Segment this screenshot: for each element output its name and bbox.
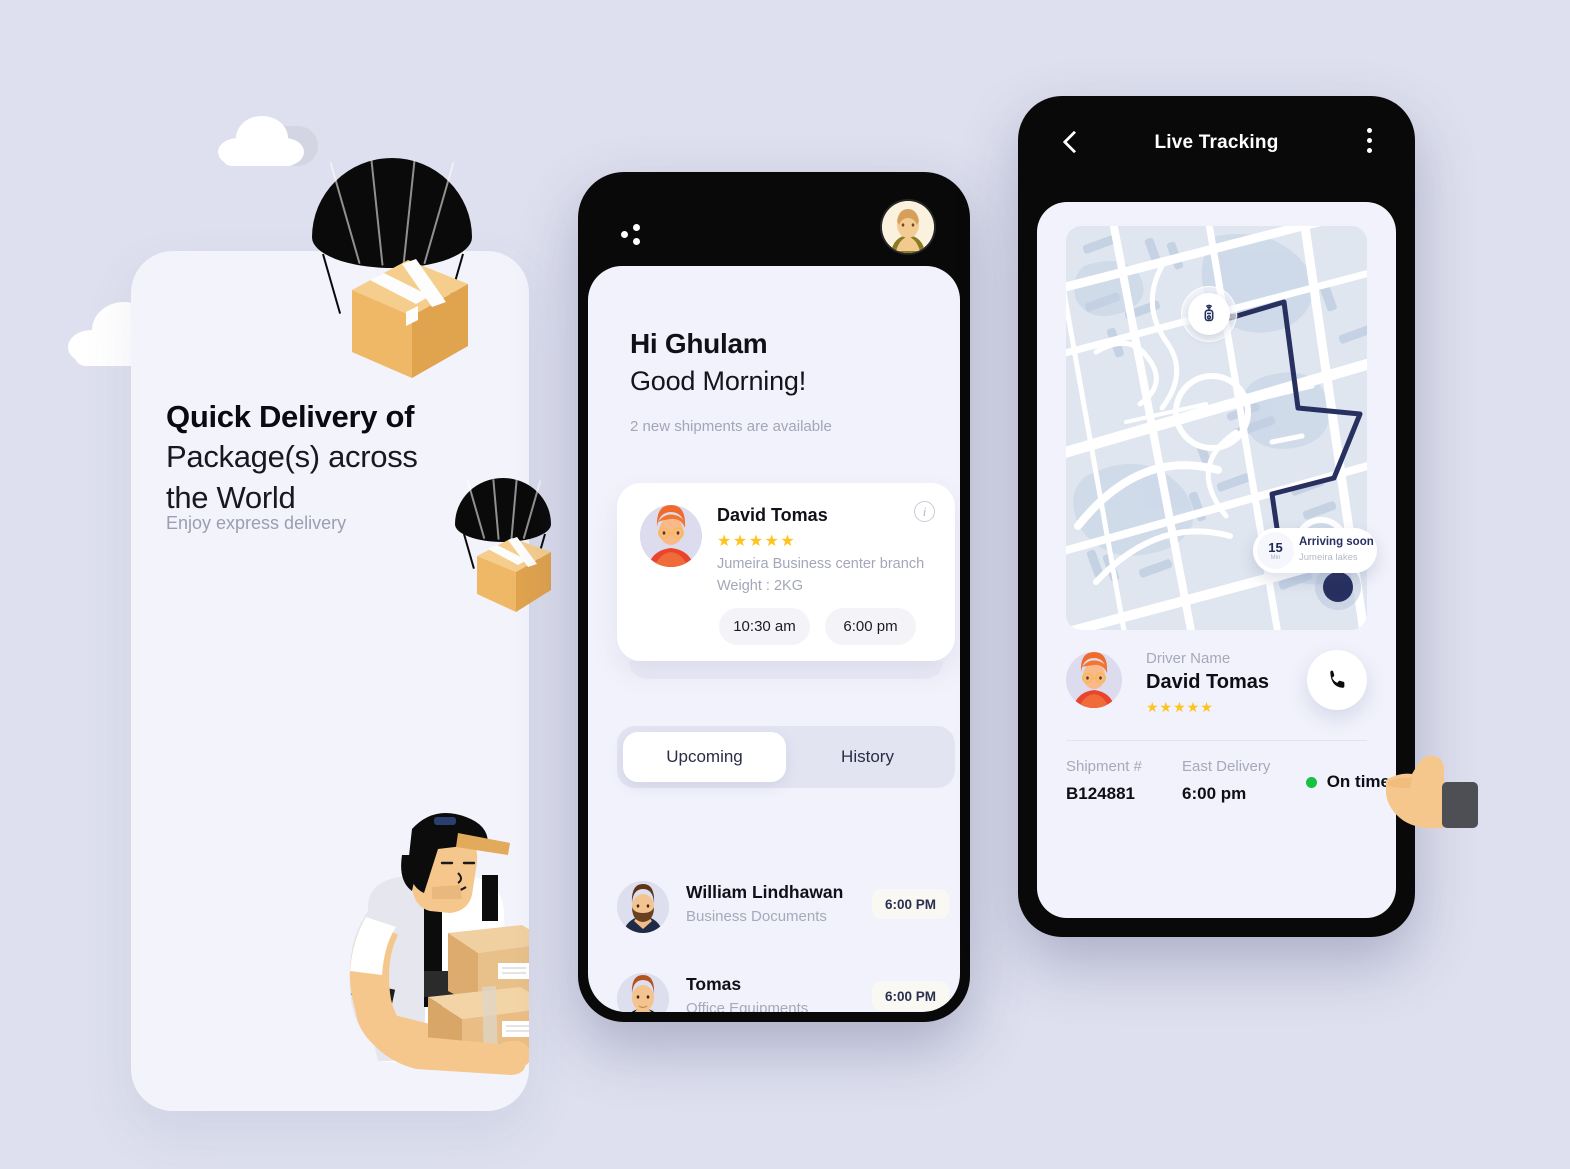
courier-illustration bbox=[349, 813, 529, 1075]
scooter-icon[interactable] bbox=[1181, 286, 1237, 342]
segmented-tabs: Upcoming History bbox=[617, 726, 955, 788]
shipment-branch: Jumeira Business center branch bbox=[717, 556, 925, 572]
page-title: Live Tracking bbox=[1154, 132, 1279, 153]
list-item-desc: Office Equipments bbox=[686, 1000, 809, 1012]
parachute-canopy bbox=[312, 158, 472, 268]
list-item-time: 6:00 PM bbox=[871, 889, 949, 919]
tracking-topbar: Live Tracking bbox=[1018, 96, 1415, 206]
greeting-time: Good Morning! bbox=[630, 366, 806, 396]
package-box bbox=[350, 258, 470, 380]
phone-tracking: Live Tracking Driver Name David Tomas ★★… bbox=[1018, 96, 1415, 937]
parachute-package-small bbox=[455, 478, 565, 613]
cloud-top bbox=[218, 112, 318, 172]
pointing-hand-illustration bbox=[1386, 755, 1478, 829]
eta-location: Jumeira lakes bbox=[1299, 552, 1358, 563]
driver-info-row: Driver Name David Tomas ★★★★★ bbox=[1066, 650, 1367, 715]
list-avatar bbox=[617, 973, 669, 1012]
driver-name-label: Driver Name bbox=[1146, 650, 1231, 667]
driver-name-value: David Tomas bbox=[1146, 671, 1269, 693]
table-row[interactable]: William Lindhawan Business Documents 6:0… bbox=[617, 881, 955, 943]
shipment-weight: Weight : 2KG bbox=[717, 578, 803, 594]
tab-history[interactable]: History bbox=[786, 732, 949, 782]
shipment-number-value: B124881 bbox=[1066, 784, 1136, 803]
shipment-rating-stars: ★★★★★ bbox=[717, 533, 797, 550]
onboarding-subtitle: Enjoy express delivery bbox=[166, 513, 347, 533]
four-dots-icon[interactable] bbox=[621, 224, 647, 246]
dropoff-time-chip[interactable]: 6:00 pm bbox=[825, 608, 916, 645]
shipment-notice: 2 new shipments are available bbox=[630, 418, 832, 435]
eta-minutes-unit: Min bbox=[1270, 554, 1281, 561]
card-stack-shadow bbox=[629, 661, 943, 679]
pickup-time-chip[interactable]: 10:30 am bbox=[719, 608, 810, 645]
eta-minutes-badge: 15 Min bbox=[1257, 532, 1294, 569]
greeting-name: Hi Ghulam bbox=[630, 328, 768, 359]
more-vertical-icon[interactable] bbox=[1367, 128, 1373, 156]
shipment-person-name: David Tomas bbox=[717, 505, 828, 525]
greeting-block: Hi Ghulam Good Morning! 2 new shipments … bbox=[630, 328, 832, 435]
onboarding-headline: Quick Delivery of Package(s) across the … bbox=[166, 397, 496, 518]
status-text: On time bbox=[1326, 772, 1390, 791]
home-screen: Hi Ghulam Good Morning! 2 new shipments … bbox=[588, 266, 960, 1012]
parachute-package-large bbox=[312, 158, 502, 388]
delivery-eta-value: 6:00 pm bbox=[1182, 784, 1247, 803]
info-icon[interactable]: i bbox=[914, 501, 935, 522]
list-item-name: Tomas bbox=[686, 974, 742, 994]
phone-home: Hi Ghulam Good Morning! 2 new shipments … bbox=[578, 172, 970, 1022]
eta-tooltip[interactable]: 15 Min Arriving soon Jumeira lakes bbox=[1253, 528, 1377, 573]
table-row[interactable]: Tomas Office Equipments 6:00 PM bbox=[617, 973, 955, 1012]
delivery-eta-label: East Delivery bbox=[1182, 758, 1271, 775]
shipment-number-label: Shipment # bbox=[1066, 758, 1142, 775]
eta-minutes-value: 15 bbox=[1268, 539, 1283, 555]
list-item-time: 6:00 PM bbox=[871, 981, 949, 1011]
headline-line-3: the World bbox=[166, 479, 296, 515]
phone-icon[interactable] bbox=[1307, 650, 1367, 710]
list-item-desc: Business Documents bbox=[686, 908, 827, 925]
user-avatar[interactable] bbox=[882, 201, 934, 253]
shipment-card[interactable]: David Tomas ★★★★★ Jumeira Business cente… bbox=[617, 483, 955, 661]
shipment-avatar bbox=[640, 505, 702, 567]
eta-title: Arriving soon bbox=[1299, 536, 1374, 548]
driver-rating-stars: ★★★★★ bbox=[1146, 699, 1214, 715]
green-dot bbox=[1305, 776, 1317, 788]
tab-upcoming[interactable]: Upcoming bbox=[623, 732, 786, 782]
mockup-stage: Quick Delivery of Package(s) across the … bbox=[0, 0, 1570, 1169]
headline-line-2: Package(s) across bbox=[166, 439, 418, 475]
driver-avatar bbox=[1066, 652, 1122, 708]
list-avatar bbox=[617, 881, 669, 933]
headline-line-1: Quick Delivery of bbox=[166, 399, 415, 434]
divider bbox=[1066, 740, 1367, 741]
status-badge: On time bbox=[1305, 772, 1390, 792]
list-item-name: William Lindhawan bbox=[686, 882, 844, 902]
